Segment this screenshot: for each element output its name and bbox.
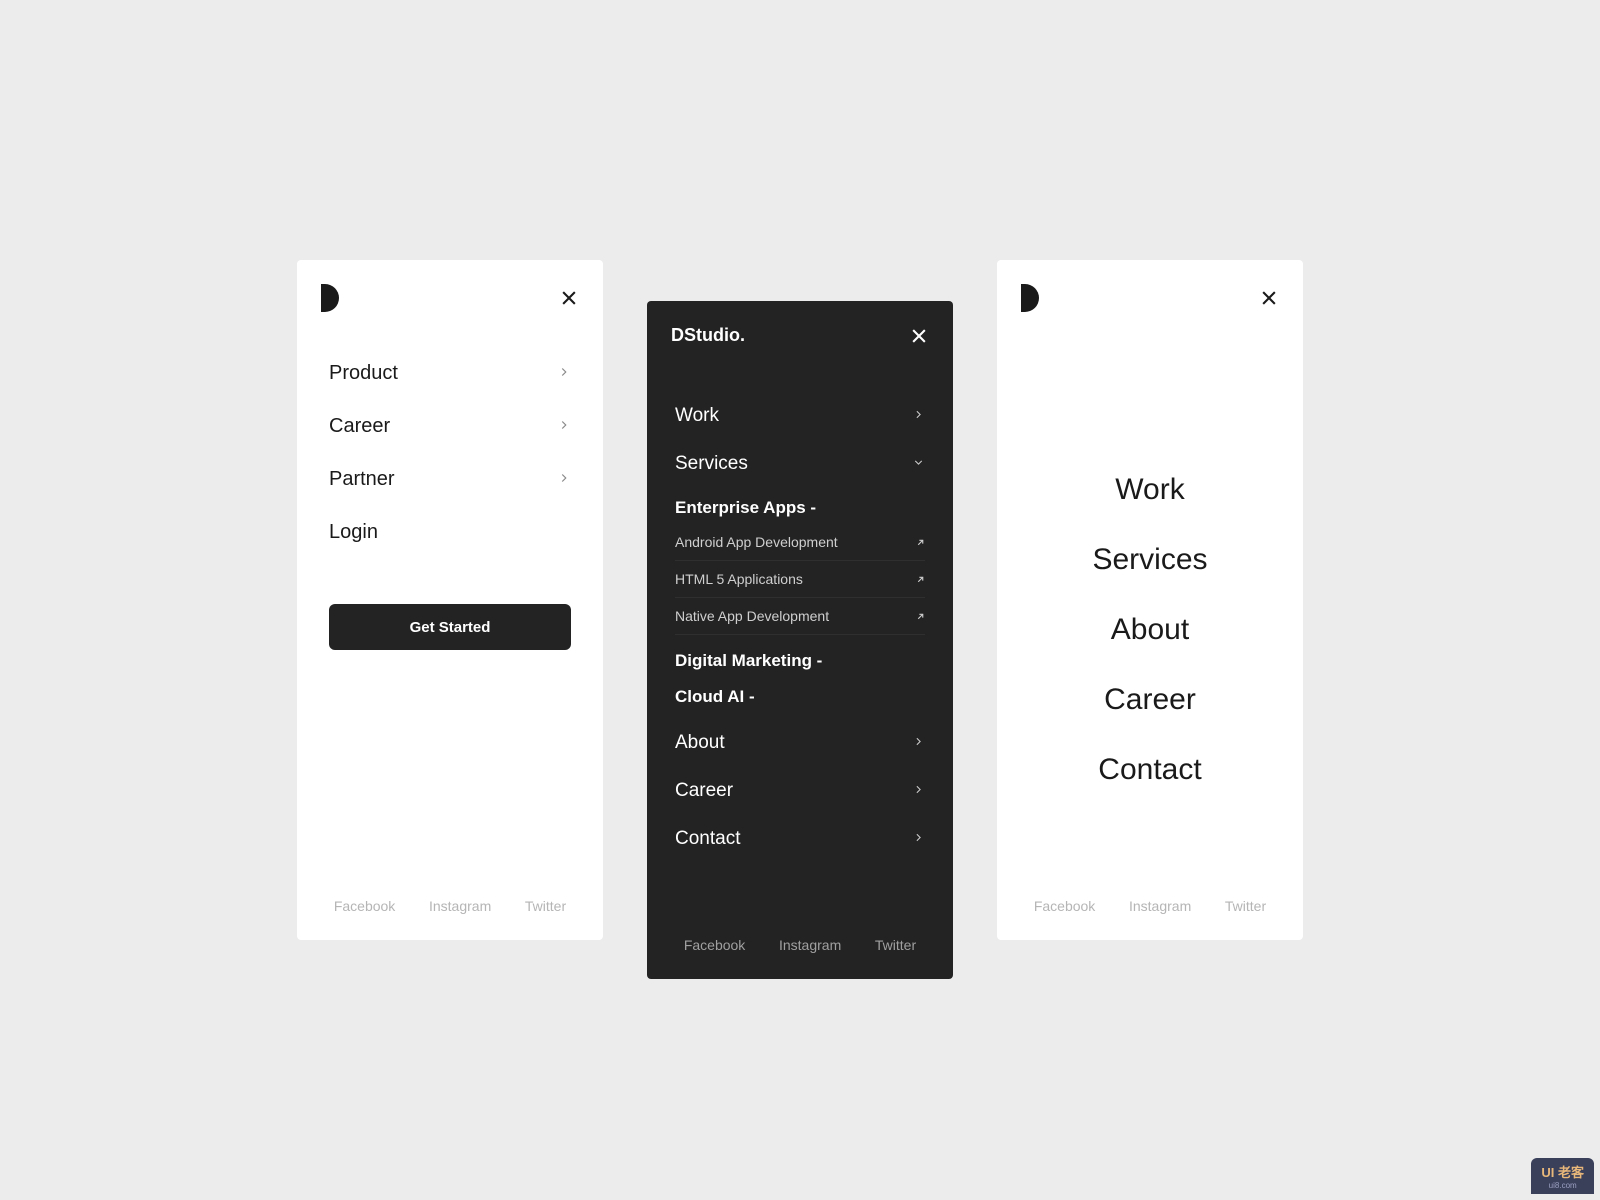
section-header-marketing[interactable]: Digital Marketing - [675,641,925,677]
close-button[interactable] [559,288,579,308]
menu-screen-light-compact: Product Career Partner Login Get Started… [297,260,603,940]
nav-label: Services [675,453,748,475]
logo-icon [1021,284,1039,312]
sub-label: Native App Development [675,608,829,624]
close-icon [1259,288,1279,308]
close-icon [559,288,579,308]
nav-item-services[interactable]: Services [675,440,925,488]
chevron-right-icon [912,780,925,802]
footer-link-instagram[interactable]: Instagram [1129,898,1191,914]
nav-label: Contact [675,828,740,850]
footer-link-twitter[interactable]: Twitter [1225,898,1266,914]
logo-icon [321,284,339,312]
watermark-sub: ui8.com [1541,1181,1584,1190]
nav-item-work[interactable]: Work [1115,473,1184,507]
nav-item-career[interactable]: Career [675,767,925,815]
section-header-enterprise: Enterprise Apps - [675,488,925,524]
close-button[interactable] [1259,288,1279,308]
external-link-icon [916,534,925,550]
menu-screen-dark-expanded: DStudio. Work Services Enterprise Apps -… [647,301,953,979]
footer-links: Facebook Instagram Twitter [997,898,1303,940]
nav-list: Work Services Enterprise Apps - Android … [647,346,953,863]
nav-item-contact[interactable]: Contact [675,815,925,863]
footer-link-instagram[interactable]: Instagram [429,898,491,914]
nav-item-partner[interactable]: Partner [329,468,571,491]
nav-label: Partner [329,468,395,491]
nav-label: Login [329,521,378,544]
nav-label: Product [329,362,398,385]
header: DStudio. [647,301,953,346]
nav-item-about[interactable]: About [675,719,925,767]
nav-label: About [675,732,725,754]
footer-links: Facebook Instagram Twitter [297,898,603,940]
nav-list: Product Career Partner Login [297,312,603,544]
nav-item-work[interactable]: Work [675,392,925,440]
nav-item-login[interactable]: Login [329,521,571,544]
brand-logo: DStudio. [671,325,745,346]
nav-item-product[interactable]: Product [329,362,571,385]
close-icon [909,326,929,346]
sub-label: Android App Development [675,534,838,550]
footer-link-instagram[interactable]: Instagram [779,937,841,953]
watermark-badge: UI 老客 ui8.com [1531,1158,1594,1194]
nav-item-career[interactable]: Career [329,415,571,438]
chevron-right-icon [557,468,571,491]
footer-link-facebook[interactable]: Facebook [334,898,395,914]
nav-item-services[interactable]: Services [1092,543,1207,577]
watermark-text: UI 老客 [1541,1165,1584,1180]
section-header-cloud[interactable]: Cloud AI - [675,677,925,713]
sub-item-native[interactable]: Native App Development [675,598,925,635]
chevron-right-icon [557,415,571,438]
footer-links: Facebook Instagram Twitter [647,937,953,979]
sub-label: HTML 5 Applications [675,571,803,587]
sub-item-html5[interactable]: HTML 5 Applications [675,561,925,598]
nav-label: Career [675,780,733,802]
nav-item-contact[interactable]: Contact [1098,753,1201,787]
nav-label: Work [675,405,719,427]
close-button[interactable] [909,326,929,346]
chevron-down-icon [912,453,925,475]
chevron-right-icon [912,828,925,850]
footer-link-twitter[interactable]: Twitter [525,898,566,914]
nav-item-about[interactable]: About [1111,613,1189,647]
footer-link-twitter[interactable]: Twitter [875,937,916,953]
external-link-icon [916,608,925,624]
nav-item-career[interactable]: Career [1104,683,1196,717]
footer-link-facebook[interactable]: Facebook [1034,898,1095,914]
chevron-right-icon [912,732,925,754]
external-link-icon [916,571,925,587]
sub-item-android[interactable]: Android App Development [675,524,925,561]
chevron-right-icon [557,362,571,385]
nav-label: Career [329,415,390,438]
footer-link-facebook[interactable]: Facebook [684,937,745,953]
header [997,260,1303,312]
nav-list: Work Services About Career Contact [997,312,1303,898]
menu-screen-light-centered: Work Services About Career Contact Faceb… [997,260,1303,940]
get-started-button[interactable]: Get Started [329,604,571,650]
header [297,260,603,312]
chevron-right-icon [912,405,925,427]
